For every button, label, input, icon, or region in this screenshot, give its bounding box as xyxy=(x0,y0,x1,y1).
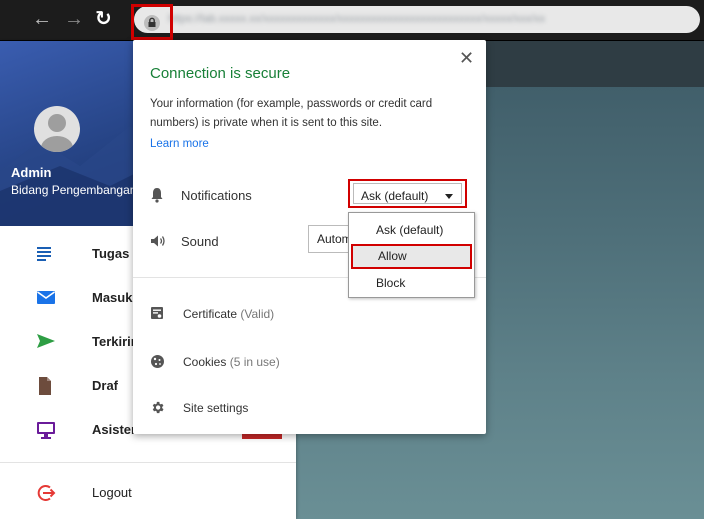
avatar xyxy=(34,106,80,152)
monitor-icon xyxy=(37,422,55,439)
site-settings-label: Site settings xyxy=(183,401,249,415)
certificate-icon xyxy=(151,307,163,319)
sound-label: Sound xyxy=(181,234,219,249)
forward-arrow-icon[interactable]: → xyxy=(64,9,84,29)
cookie-icon xyxy=(151,355,164,368)
user-avatar-icon xyxy=(41,114,73,152)
address-bar[interactable]: https://lab.xxxxx.xx/xxxxxxxxxxxxx/xxxxx… xyxy=(134,6,700,33)
site-settings-row[interactable]: Site settings xyxy=(133,392,486,422)
list-icon xyxy=(37,247,51,261)
browser-toolbar: ← → ↻ https://lab.xxxxx.xx/xxxxxxxxxxxxx… xyxy=(0,0,704,41)
notifications-select-value: Ask (default) xyxy=(361,189,429,203)
learn-more-link[interactable]: Learn more xyxy=(150,138,209,150)
user-department: Bidang Pengembangan xyxy=(11,183,137,197)
certificate-status: (Valid) xyxy=(240,307,275,321)
speaker-icon xyxy=(151,235,165,247)
notifications-select[interactable]: Ask (default) xyxy=(348,179,467,208)
sidebar-item-label: Masuk xyxy=(92,290,133,305)
connection-description: Your information (for example, passwords… xyxy=(150,98,433,129)
draft-file-icon xyxy=(39,377,51,395)
connection-status-title: Connection is secure xyxy=(150,65,291,82)
dropdown-option-label: Block xyxy=(376,276,406,290)
notifications-dropdown-menu: Ask (default) Allow Block xyxy=(348,212,475,298)
certificate-text: Certificate xyxy=(183,307,238,321)
sidebar-item-label: Tugas xyxy=(92,246,130,261)
dropdown-option-allow[interactable]: Allow xyxy=(351,244,472,269)
sidebar-divider xyxy=(0,462,296,463)
notifications-select-box: Ask (default) xyxy=(353,183,462,204)
cookies-status: (5 in use) xyxy=(229,355,280,369)
notifications-label: Notifications xyxy=(181,188,252,203)
bell-icon xyxy=(151,188,163,203)
mail-icon xyxy=(37,291,55,304)
sidebar-item-label: Asisten xyxy=(92,422,139,437)
user-name: Admin xyxy=(11,165,52,180)
dropdown-option-label: Ask (default) xyxy=(376,223,444,237)
dropdown-option-block[interactable]: Block xyxy=(349,271,474,296)
cookies-row[interactable]: Cookies (5 in use) xyxy=(133,346,486,376)
send-icon xyxy=(37,334,55,348)
close-icon[interactable]: ✕ xyxy=(459,49,474,67)
back-arrow-icon[interactable]: ← xyxy=(32,9,52,29)
dropdown-option-label: Allow xyxy=(378,249,407,263)
sidebar-item-logout[interactable]: Logout xyxy=(0,471,296,515)
chevron-down-icon xyxy=(445,194,453,199)
gear-icon xyxy=(152,401,164,414)
certificate-row[interactable]: Certificate (Valid) xyxy=(133,298,486,328)
sidebar-item-label: Draf xyxy=(92,378,119,393)
dropdown-option-ask[interactable]: Ask (default) xyxy=(349,218,474,243)
certificate-label: Certificate (Valid) xyxy=(183,307,274,321)
logout-icon xyxy=(37,485,56,501)
address-bar-url: https://lab.xxxxx.xx/xxxxxxxxxxxxx/xxxxx… xyxy=(168,13,546,25)
cookies-label: Cookies (5 in use) xyxy=(183,355,280,369)
logout-label: Logout xyxy=(92,485,132,500)
site-info-lock-button[interactable] xyxy=(131,4,173,40)
lock-icon xyxy=(144,15,160,31)
reload-icon[interactable]: ↻ xyxy=(95,9,112,29)
cookies-text: Cookies xyxy=(183,355,227,369)
